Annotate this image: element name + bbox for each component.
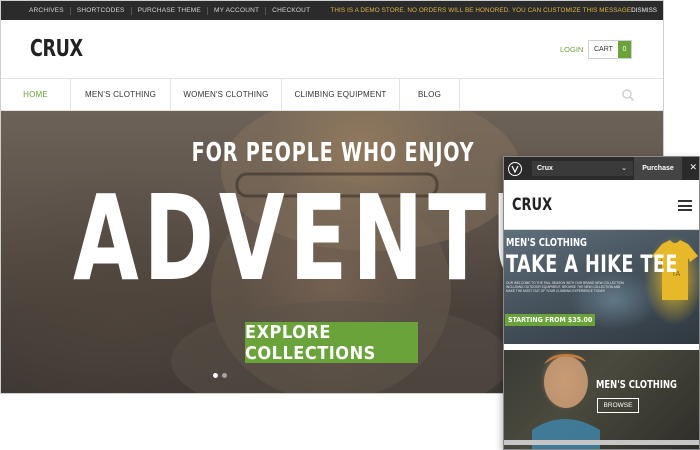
banner-description: OUR WELCOME TO THE FALL SEASON WITH OUR …: [506, 281, 624, 294]
main-nav: HOME MEN'S CLOTHING WOMEN'S CLOTHING CLI…: [1, 79, 663, 111]
browse-button[interactable]: BROWSE: [597, 398, 639, 413]
dismiss-link[interactable]: DISMISS: [631, 7, 657, 14]
banner-title: TAKE A HIKE TEE: [506, 250, 678, 278]
search-icon[interactable]: [621, 88, 635, 102]
mobile-category-banner[interactable]: MEN'S CLOTHING BROWSE: [504, 350, 699, 449]
slider-dots: [213, 373, 227, 378]
cart-button[interactable]: CART 0: [588, 40, 632, 59]
explore-collections-button[interactable]: EXPLORE COLLECTIONS: [245, 322, 418, 364]
theme-preview-bar: Crux ⌄ Purchase ✕: [504, 157, 699, 180]
nav-item-womens-clothing[interactable]: WOMEN'S CLOTHING: [171, 79, 282, 110]
top-utility-bar: ARCHIVES SHORTCODES PURCHASE THEME MY AC…: [1, 1, 663, 20]
purchase-button[interactable]: Purchase: [634, 157, 682, 180]
theme-select-value: Crux: [537, 165, 553, 172]
top-link-my-account[interactable]: MY ACCOUNT: [208, 6, 267, 15]
nav-item-climbing-equipment[interactable]: CLIMBING EQUIPMENT: [282, 79, 400, 110]
nav-item-mens-clothing[interactable]: MEN'S CLOTHING: [71, 79, 171, 110]
slider-dot-1[interactable]: [213, 373, 218, 378]
top-link-checkout[interactable]: CHECKOUT: [266, 7, 316, 15]
close-icon[interactable]: ✕: [689, 162, 697, 173]
mobile-site-logo[interactable]: CRUX: [512, 195, 552, 215]
slider-dot-2[interactable]: [222, 373, 227, 378]
mobile-product-banner[interactable]: TA MEN'S CLOTHING TAKE A HIKE TEE OUR WE…: [504, 230, 699, 344]
banner-category: MEN'S CLOTHING: [506, 236, 587, 249]
login-link[interactable]: LOGIN: [560, 45, 583, 54]
theme-select[interactable]: Crux ⌄: [532, 161, 633, 176]
site-header: CRUX LOGIN CART 0: [1, 20, 663, 79]
banner-price-button[interactable]: STARTING FROM $35.00: [505, 314, 596, 326]
mobile-header: CRUX: [504, 180, 699, 230]
top-link-shortcodes[interactable]: SHORTCODES: [71, 6, 132, 15]
mobile-preview: Crux ⌄ Purchase ✕ CRUX TA MEN'S CLOTHING…: [503, 156, 700, 450]
category-title: MEN'S CLOTHING: [596, 378, 677, 391]
theme-logo-icon[interactable]: [504, 157, 526, 180]
hamburger-menu-icon[interactable]: [678, 200, 692, 211]
cart-label: CART: [594, 46, 613, 53]
divider: [504, 440, 699, 445]
site-logo[interactable]: CRUX: [30, 36, 83, 62]
nav-item-blog[interactable]: BLOG: [400, 79, 460, 110]
chevron-down-icon: ⌄: [621, 165, 627, 172]
top-links: ARCHIVES SHORTCODES PURCHASE THEME MY AC…: [1, 6, 316, 15]
demo-store-notice: THIS IS A DEMO STORE. NO ORDERS WILL BE …: [330, 7, 633, 14]
nav-item-home[interactable]: HOME: [1, 79, 71, 110]
top-link-purchase-theme[interactable]: PURCHASE THEME: [132, 6, 208, 15]
cart-count-badge: 0: [617, 41, 631, 58]
top-link-archives[interactable]: ARCHIVES: [23, 6, 71, 15]
